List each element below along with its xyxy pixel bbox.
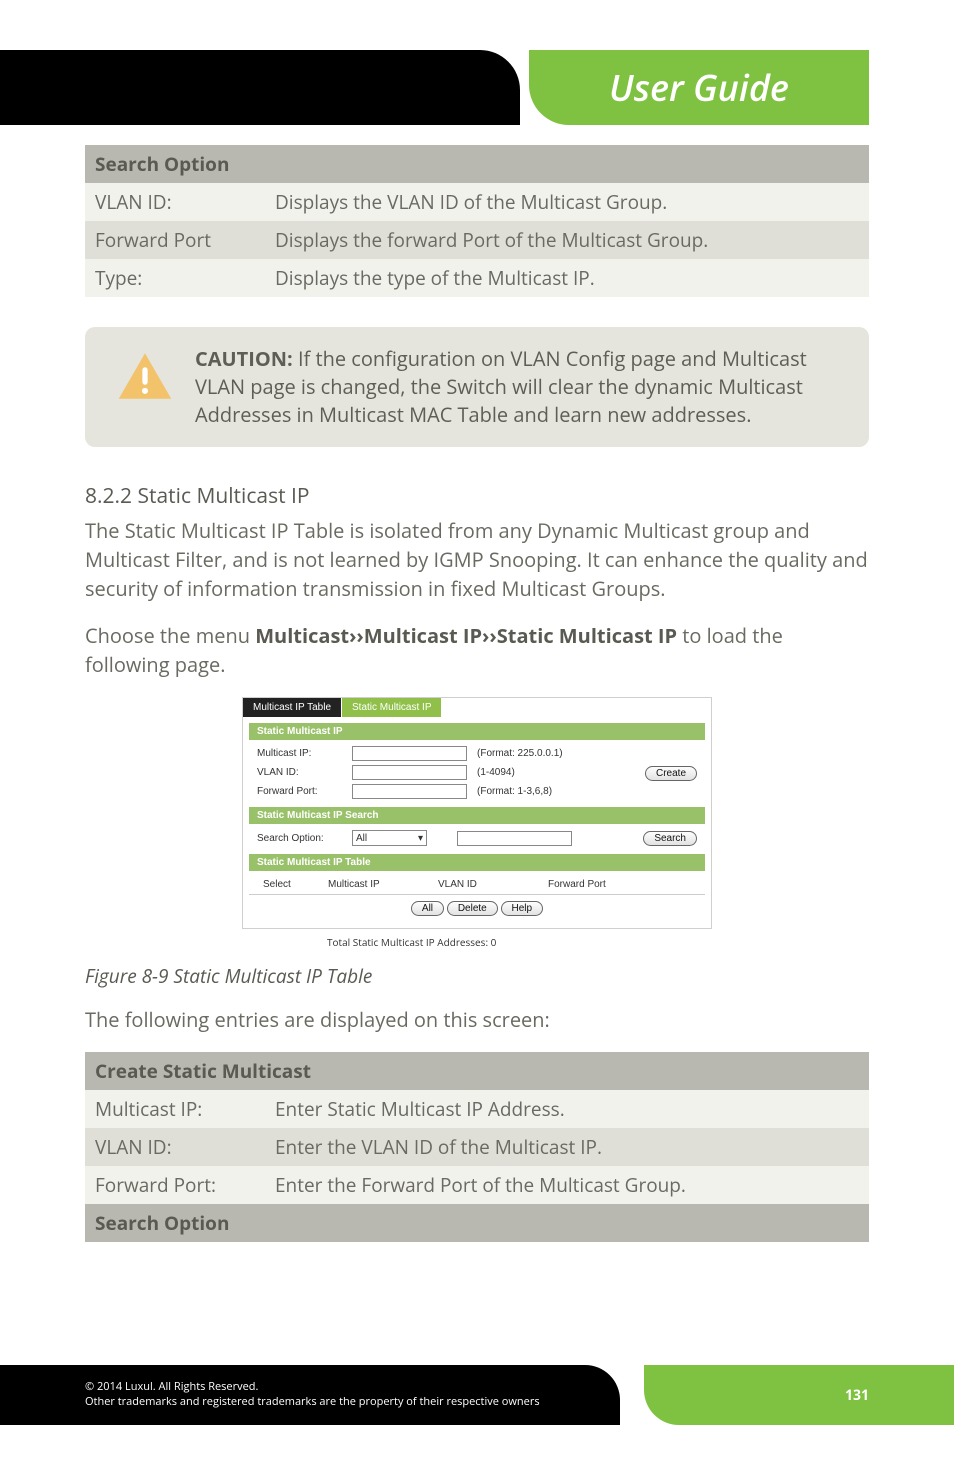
section-p2: Choose the menu Multicast››Multicast IP›… — [85, 621, 869, 679]
t1-r2-desc: Displays the forward Port of the Multica… — [265, 221, 869, 259]
section-p1: The Static Multicast IP Table is isolate… — [85, 516, 869, 603]
create-static-table: Create Static Multicast Multicast IP: En… — [85, 1052, 869, 1242]
fig-help-button[interactable]: Help — [501, 901, 544, 916]
fig-multicast-ip-input[interactable] — [352, 746, 467, 761]
page-footer: © 2014 Luxul. All Rights Reserved. Other… — [0, 1365, 954, 1425]
fig-footer-note: Total Static Multicast IP Addresses: 0 — [327, 935, 869, 949]
fig-search-button[interactable]: Search — [643, 831, 697, 846]
fig-sec3-title: Static Multicast IP Table — [249, 854, 705, 871]
fig-table-header: Select Multicast IP VLAN ID Forward Port — [249, 875, 705, 895]
fig-r2-label: VLAN ID: — [257, 767, 352, 778]
entries-intro: The following entries are displayed on t… — [85, 1005, 869, 1034]
t2-r3-desc: Enter the Forward Port of the Multicast … — [265, 1166, 869, 1204]
fig-th1: Select — [263, 879, 328, 890]
figure-wrap: Multicast IP Table Static Multicast IP S… — [85, 697, 869, 949]
figure-screenshot: Multicast IP Table Static Multicast IP S… — [242, 697, 712, 929]
search-option-table: Search Option VLAN ID: Displays the VLAN… — [85, 145, 869, 297]
fig-delete-button[interactable]: Delete — [447, 901, 498, 916]
t2-r3-label: Forward Port: — [85, 1166, 265, 1204]
t1-r1-desc: Displays the VLAN ID of the Multicast Gr… — [265, 183, 869, 221]
warning-icon — [117, 351, 173, 401]
p2a: Choose the menu — [85, 622, 255, 649]
header-title: User Guide — [609, 63, 789, 112]
fig-search-input[interactable] — [457, 831, 572, 846]
figure-caption: Figure 8-9 Static Multicast IP Table — [85, 963, 869, 989]
footer-left: © 2014 Luxul. All Rights Reserved. Other… — [0, 1365, 620, 1425]
fig-th3: VLAN ID — [438, 879, 548, 890]
fig-sec1-title: Static Multicast IP — [249, 723, 705, 740]
fig-search-label: Search Option: — [257, 833, 352, 844]
fig-r2-hint: (1-4094) — [477, 767, 515, 778]
fig-all-button[interactable]: All — [411, 901, 444, 916]
page-header: User Guide — [0, 0, 954, 145]
t1-r1-label: VLAN ID: — [85, 183, 265, 221]
fig-r1-hint: (Format: 225.0.0.1) — [477, 748, 563, 759]
t1-r2-label: Forward Port — [85, 221, 265, 259]
page-number: 131 — [845, 1386, 869, 1405]
table1-header: Search Option — [85, 145, 869, 183]
footer-right: 131 — [644, 1365, 954, 1425]
table2-header2: Search Option — [85, 1204, 869, 1242]
fig-th4: Forward Port — [548, 879, 691, 890]
t1-r3-desc: Displays the type of the Multicast IP. — [265, 259, 869, 297]
fig-sec2-title: Static Multicast IP Search — [249, 807, 705, 824]
t2-r2-desc: Enter the VLAN ID of the Multicast IP. — [265, 1128, 869, 1166]
footer-line2: Other trademarks and registered trademar… — [85, 1394, 620, 1409]
fig-r1-label: Multicast IP: — [257, 748, 352, 759]
fig-vlan-id-input[interactable] — [352, 765, 467, 780]
t1-r3-label: Type: — [85, 259, 265, 297]
fig-search-select[interactable]: All ▾ — [352, 830, 427, 846]
chevron-down-icon: ▾ — [418, 833, 423, 844]
fig-create-button[interactable]: Create — [645, 766, 697, 781]
footer-line1: © 2014 Luxul. All Rights Reserved. — [85, 1379, 620, 1394]
fig-r3-hint: (Format: 1-3,6,8) — [477, 786, 552, 797]
header-black-band — [0, 50, 520, 125]
fig-forward-port-input[interactable] — [352, 784, 467, 799]
p2b: Multicast››Multicast IP››Static Multicas… — [255, 622, 677, 649]
t2-r1-desc: Enter Static Multicast IP Address. — [265, 1090, 869, 1128]
fig-th2: Multicast IP — [328, 879, 438, 890]
fig-select-value: All — [356, 833, 367, 844]
fig-r3-label: Forward Port: — [257, 786, 352, 797]
caution-label: CAUTION: — [195, 345, 293, 372]
fig-tab-table[interactable]: Multicast IP Table — [243, 698, 342, 717]
t2-r2-label: VLAN ID: — [85, 1128, 265, 1166]
section-heading: 8.2.2 Static Multicast IP — [85, 482, 869, 510]
fig-tab-static[interactable]: Static Multicast IP — [342, 698, 442, 717]
t2-r1-label: Multicast IP: — [85, 1090, 265, 1128]
caution-box: CAUTION: If the configuration on VLAN Co… — [85, 327, 869, 447]
header-green-band: User Guide — [529, 50, 869, 125]
table2-header1: Create Static Multicast — [85, 1052, 869, 1090]
